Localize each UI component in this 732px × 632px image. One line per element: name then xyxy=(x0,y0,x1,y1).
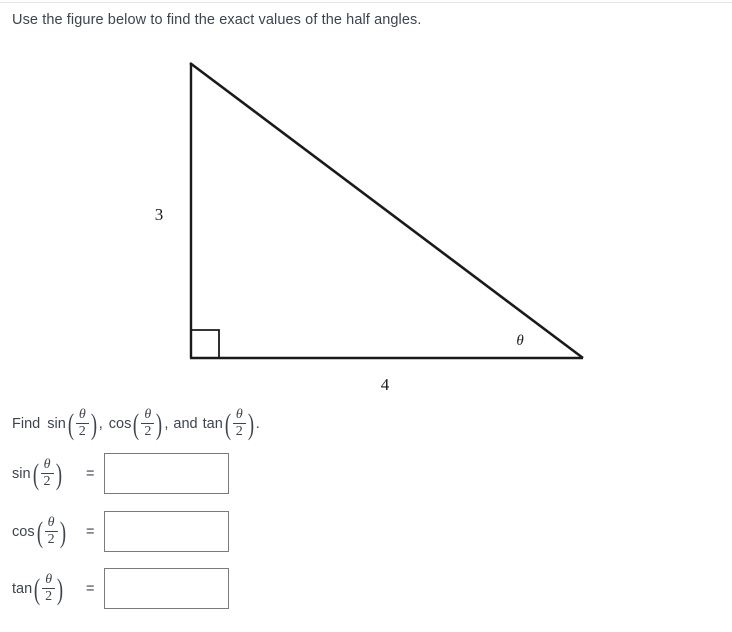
answer-row-sin: sin ( θ 2 ) = xyxy=(12,453,230,494)
answer-row-tan: tan ( θ 2 ) = xyxy=(12,568,230,609)
tan-function-name: tan xyxy=(12,580,33,597)
equals-sign: = xyxy=(86,523,95,540)
theta-over-two-fraction: θ 2 xyxy=(40,457,54,489)
instruction-line: Find sin ( θ 2 ) , cos ( θ 2 ) , and tan… xyxy=(12,407,260,441)
page-title: Use the figure below to find the exact v… xyxy=(12,12,422,28)
answer-input-sin[interactable] xyxy=(104,453,230,494)
answer-label-sin: sin ( θ 2 ) xyxy=(12,457,62,491)
instruction-comma-2: , xyxy=(164,415,169,432)
instruction-conjunction: and xyxy=(173,415,198,432)
triangle-hypotenuse xyxy=(189,61,584,360)
sin-function-name: sin xyxy=(47,415,66,432)
instruction-comma-1: , xyxy=(98,415,103,432)
fraction-denominator: 2 xyxy=(235,424,243,439)
top-divider xyxy=(0,2,732,3)
instruction-period: . xyxy=(255,415,260,432)
answer-input-tan[interactable] xyxy=(104,568,230,609)
right-angle-marker xyxy=(191,329,220,358)
fraction-denominator: 2 xyxy=(45,589,53,604)
instruction-sin-expression: sin ( θ 2 ) xyxy=(47,407,97,441)
tan-function-name: tan xyxy=(202,415,223,432)
fraction-numerator: θ xyxy=(144,407,152,422)
instruction-cos-expression: cos ( θ 2 ) xyxy=(108,407,163,441)
fraction-denominator: 2 xyxy=(43,474,51,489)
answer-input-cos[interactable] xyxy=(104,511,230,552)
sin-function-name: sin xyxy=(12,465,31,482)
theta-over-two-fraction: θ 2 xyxy=(44,515,58,547)
theta-over-two-fraction: θ 2 xyxy=(42,572,56,604)
theta-over-two-fraction: θ 2 xyxy=(141,407,155,439)
cos-function-name: cos xyxy=(108,415,132,432)
fraction-numerator: θ xyxy=(47,515,55,530)
theta-over-two-fraction: θ 2 xyxy=(75,407,89,439)
vertical-leg-label: 3 xyxy=(155,205,164,224)
fraction-numerator: θ xyxy=(235,407,243,422)
triangle-figure: 3 4 θ xyxy=(0,40,732,400)
fraction-denominator: 2 xyxy=(47,532,55,547)
fraction-numerator: θ xyxy=(43,457,51,472)
equals-sign: = xyxy=(86,465,95,482)
equals-sign: = xyxy=(86,580,95,597)
answer-row-cos: cos ( θ 2 ) = xyxy=(12,511,230,552)
fraction-denominator: 2 xyxy=(144,424,152,439)
fraction-denominator: 2 xyxy=(78,424,86,439)
fraction-numerator: θ xyxy=(45,572,53,587)
answer-label-tan: tan ( θ 2 ) xyxy=(12,572,64,606)
instruction-tan-expression: tan ( θ 2 ) xyxy=(202,407,254,441)
angle-theta-label: θ xyxy=(516,333,524,349)
horizontal-leg-label: 4 xyxy=(381,375,390,394)
fraction-numerator: θ xyxy=(78,407,86,422)
theta-over-two-fraction: θ 2 xyxy=(232,407,246,439)
instruction-lead: Find xyxy=(12,415,41,432)
cos-function-name: cos xyxy=(12,523,35,540)
answer-label-cos: cos ( θ 2 ) xyxy=(12,515,66,549)
